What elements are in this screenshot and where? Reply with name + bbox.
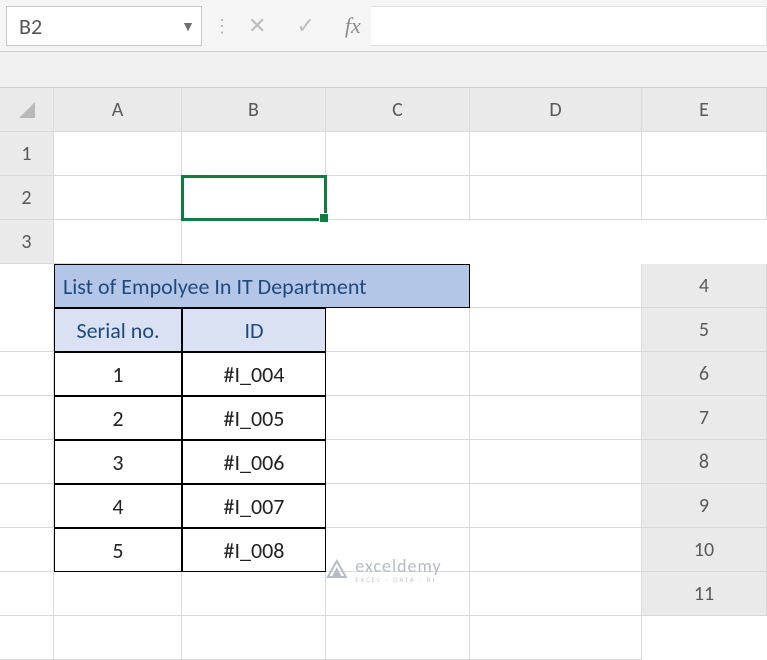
cell-B2[interactable] (182, 176, 326, 220)
table-header-id[interactable]: ID (182, 308, 326, 352)
table-cell-serial-4[interactable]: 5 (54, 528, 182, 572)
row-header-1[interactable]: 1 (0, 132, 54, 176)
table-cell-id-3[interactable]: #I_007 (182, 484, 326, 528)
cell-A1[interactable] (54, 132, 182, 176)
row-header-4[interactable]: 4 (642, 264, 767, 308)
row-header-3[interactable]: 3 (0, 220, 54, 264)
cell-E3[interactable] (470, 264, 642, 308)
cell-E8[interactable] (470, 484, 642, 528)
cell-C2[interactable] (326, 176, 470, 220)
cell-E6[interactable] (470, 396, 642, 440)
cell-E4[interactable] (470, 308, 642, 352)
cell-A2[interactable] (54, 176, 182, 220)
cell-D4[interactable] (326, 308, 470, 352)
formula-input[interactable] (371, 6, 767, 46)
formula-bar-separator: ⋮ (202, 6, 238, 45)
cell-A6[interactable] (0, 396, 54, 440)
cell-D7[interactable] (326, 440, 470, 484)
cell-D11[interactable] (326, 616, 470, 660)
cell-E1[interactable] (642, 132, 767, 176)
cell-A5[interactable] (0, 352, 54, 396)
name-box[interactable]: B2 ▼ (6, 6, 202, 46)
cell-A11[interactable] (0, 616, 54, 660)
cell-A9[interactable] (0, 528, 54, 572)
table-cell-id-0[interactable]: #I_004 (182, 352, 326, 396)
cell-C1[interactable] (326, 132, 470, 176)
row-header-10[interactable]: 10 (642, 528, 767, 572)
ribbon-gap (0, 52, 767, 88)
cell-E5[interactable] (470, 352, 642, 396)
watermark-subtitle: EXCEL · DATA · BI (355, 575, 441, 584)
drag-handle-icon: ⋮ (213, 15, 227, 37)
cell-A8[interactable] (0, 484, 54, 528)
cell-E2[interactable] (642, 176, 767, 220)
cell-D6[interactable] (326, 396, 470, 440)
row-header-11[interactable]: 11 (642, 572, 767, 616)
col-header-D[interactable]: D (470, 88, 642, 132)
table-title[interactable]: List of Empolyee In IT Department (54, 264, 470, 308)
enter-icon[interactable]: ✓ (296, 12, 314, 39)
row-header-7[interactable]: 7 (642, 396, 767, 440)
cell-E11[interactable] (470, 616, 642, 660)
formula-tools: ✕ ✓ fx (238, 6, 371, 45)
cell-E10[interactable] (470, 572, 642, 616)
table-cell-serial-2[interactable]: 3 (54, 440, 182, 484)
table-header-serial[interactable]: Serial no. (54, 308, 182, 352)
cell-E9[interactable] (470, 528, 642, 572)
col-header-B[interactable]: B (182, 88, 326, 132)
cell-B1[interactable] (182, 132, 326, 176)
table-cell-serial-0[interactable]: 1 (54, 352, 182, 396)
watermark-text: exceldemy EXCEL · DATA · BI (355, 555, 441, 584)
select-all-corner[interactable] (0, 88, 54, 132)
row-header-8[interactable]: 8 (642, 440, 767, 484)
cell-D2[interactable] (470, 176, 642, 220)
col-header-E[interactable]: E (642, 88, 767, 132)
cell-A3[interactable] (54, 220, 182, 264)
table-cell-serial-1[interactable]: 2 (54, 396, 182, 440)
cell-E7[interactable] (470, 440, 642, 484)
row-header-5[interactable]: 5 (642, 308, 767, 352)
cell-B11[interactable] (54, 616, 182, 660)
watermark-brand: exceldemy (355, 555, 441, 577)
cell-A7[interactable] (0, 440, 54, 484)
watermark: exceldemy EXCEL · DATA · BI (325, 555, 441, 584)
table-cell-id-4[interactable]: #I_008 (182, 528, 326, 572)
table-cell-id-2[interactable]: #I_006 (182, 440, 326, 484)
cell-D1[interactable] (470, 132, 642, 176)
row-header-2[interactable]: 2 (0, 176, 54, 220)
cell-D8[interactable] (326, 484, 470, 528)
row-header-9[interactable]: 9 (642, 484, 767, 528)
row-header-6[interactable]: 6 (642, 352, 767, 396)
cell-C11[interactable] (182, 616, 326, 660)
name-box-value: B2 (19, 13, 173, 40)
cancel-icon[interactable]: ✕ (248, 12, 266, 39)
cell-C10[interactable] (182, 572, 326, 616)
watermark-logo-icon (325, 559, 347, 581)
cell-B10[interactable] (54, 572, 182, 616)
fx-icon[interactable]: fx (345, 13, 361, 39)
table-cell-serial-3[interactable]: 4 (54, 484, 182, 528)
cell-A10[interactable] (0, 572, 54, 616)
name-box-dropdown-icon[interactable]: ▼ (173, 18, 195, 35)
table-cell-id-1[interactable]: #I_005 (182, 396, 326, 440)
cell-A4[interactable] (0, 308, 54, 352)
col-header-C[interactable]: C (326, 88, 470, 132)
formula-bar: B2 ▼ ⋮ ✕ ✓ fx (0, 0, 767, 52)
col-header-A[interactable]: A (54, 88, 182, 132)
cell-D5[interactable] (326, 352, 470, 396)
